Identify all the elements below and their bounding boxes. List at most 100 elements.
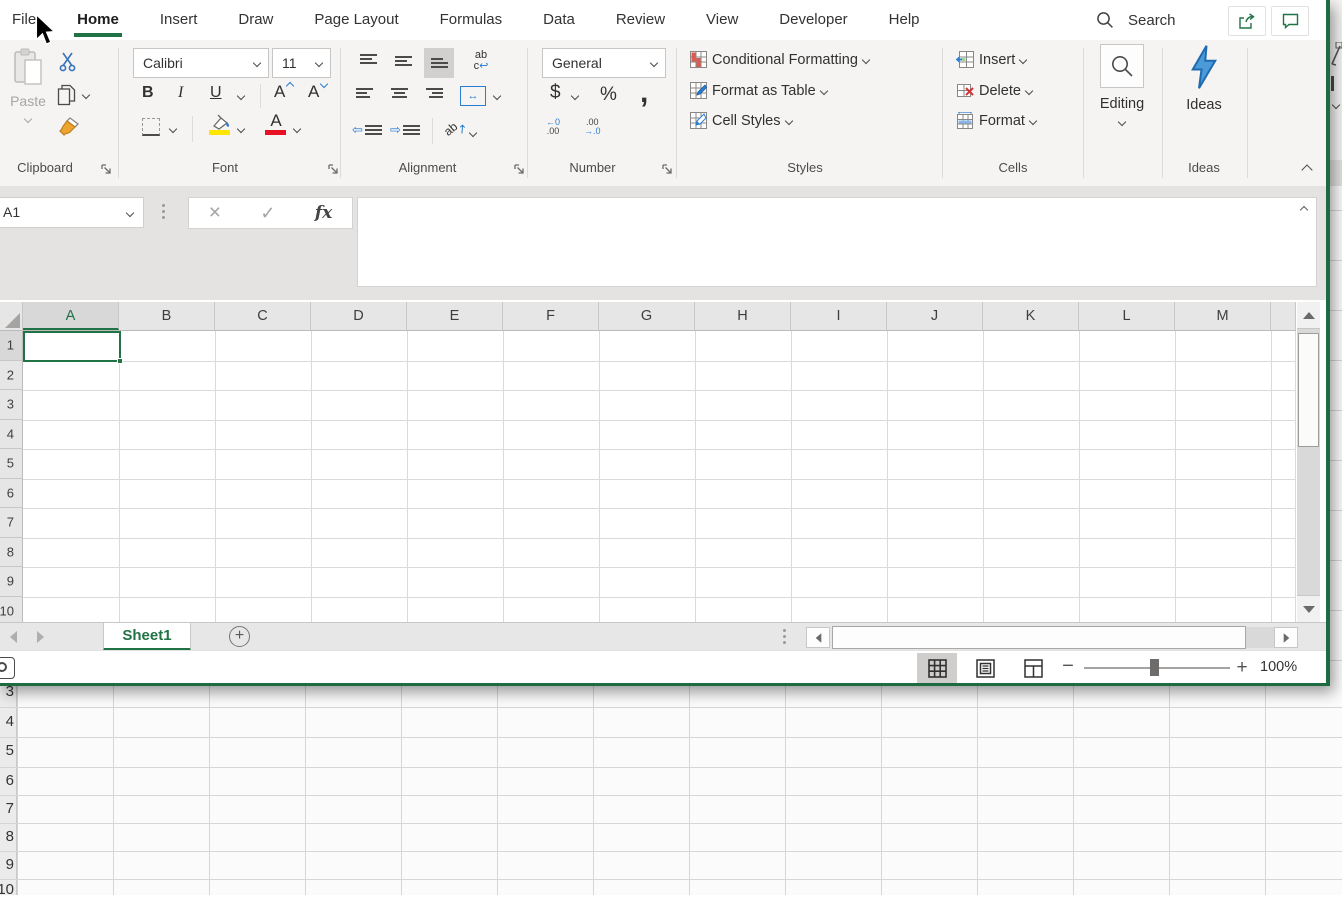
scroll-left-button[interactable]: [806, 627, 830, 648]
macro-record-icon[interactable]: [0, 657, 15, 679]
tab-insert[interactable]: Insert: [160, 0, 198, 40]
selected-cell-a1[interactable]: [23, 331, 121, 362]
new-sheet-button[interactable]: +: [229, 626, 250, 647]
column-header-m[interactable]: M: [1175, 302, 1271, 330]
tab-help[interactable]: Help: [889, 0, 920, 40]
conditional-formatting-button[interactable]: Conditional Formatting: [690, 51, 869, 68]
insert-cells-button[interactable]: Insert: [956, 51, 1026, 68]
name-box[interactable]: A1: [0, 197, 144, 228]
underline-menu-chevron[interactable]: [237, 92, 245, 100]
tab-file[interactable]: File: [12, 0, 36, 40]
vertical-scroll-thumb[interactable]: [1298, 333, 1319, 447]
formula-input[interactable]: [357, 197, 1317, 287]
tab-draw[interactable]: Draw: [238, 0, 273, 40]
format-painter-button[interactable]: [56, 116, 80, 145]
select-all-corner[interactable]: [0, 302, 23, 330]
delete-cells-button[interactable]: Delete: [956, 82, 1032, 99]
normal-view-button[interactable]: [917, 653, 957, 683]
cut-button[interactable]: [58, 52, 78, 77]
currency-chevron[interactable]: [571, 92, 579, 100]
italic-button[interactable]: I: [178, 84, 183, 102]
number-format-combo[interactable]: General: [542, 48, 666, 78]
underline-button[interactable]: U: [210, 84, 222, 102]
scroll-down-button[interactable]: [1297, 595, 1320, 622]
tab-review[interactable]: Review: [616, 0, 665, 40]
zoom-level[interactable]: 100%: [1260, 659, 1297, 675]
column-header-c[interactable]: C: [215, 302, 311, 330]
horizontal-scrollbar[interactable]: [806, 626, 1300, 649]
name-box-chevron[interactable]: [126, 209, 134, 217]
increase-indent-button[interactable]: ⇨: [390, 122, 420, 138]
page-break-preview-button[interactable]: [1013, 653, 1053, 683]
tab-home[interactable]: Home: [77, 0, 119, 40]
font-color-button[interactable]: A: [264, 112, 288, 140]
font-color-menu-chevron[interactable]: [293, 125, 301, 133]
bold-button[interactable]: B: [142, 84, 154, 102]
zoom-slider-thumb[interactable]: [1150, 659, 1159, 676]
decrease-indent-button[interactable]: ⇦: [352, 122, 382, 138]
next-sheet-button[interactable]: [37, 631, 44, 643]
horizontal-scroll-track[interactable]: [1246, 627, 1274, 648]
worksheet-grid[interactable]: ABCDEFGHIJKLM 12345678910: [0, 300, 1330, 622]
format-as-table-button[interactable]: Format as Table: [690, 82, 827, 99]
horizontal-scroll-thumb[interactable]: [832, 626, 1246, 649]
row-header-2[interactable]: 2: [0, 361, 23, 391]
align-right-button[interactable]: [426, 88, 443, 98]
column-header-d[interactable]: D: [311, 302, 407, 330]
enter-button[interactable]: ✓: [260, 203, 275, 224]
prev-sheet-button[interactable]: [10, 631, 17, 643]
font-dialog-launcher[interactable]: [327, 163, 339, 175]
fill-color-button[interactable]: [208, 114, 232, 140]
row-header-7[interactable]: 7: [0, 508, 23, 538]
format-cells-button[interactable]: Format: [956, 112, 1036, 129]
row-header-8[interactable]: 8: [0, 538, 23, 568]
tab-view[interactable]: View: [706, 0, 738, 40]
scroll-up-button[interactable]: [1297, 302, 1320, 329]
tab-data[interactable]: Data: [543, 0, 575, 40]
align-left-button[interactable]: [356, 88, 373, 98]
increase-decimal-button[interactable]: ←0.00: [546, 118, 560, 136]
tab-formulas[interactable]: Formulas: [440, 0, 503, 40]
number-dialog-launcher[interactable]: [661, 163, 673, 175]
row-header-6[interactable]: 6: [0, 479, 23, 509]
column-header-i[interactable]: I: [791, 302, 887, 330]
sheet-tab-sheet1[interactable]: Sheet1: [103, 623, 191, 651]
font-name-combo[interactable]: Calibri: [133, 48, 269, 78]
vertical-scrollbar[interactable]: [1297, 302, 1320, 622]
column-header-k[interactable]: K: [983, 302, 1079, 330]
column-header-f[interactable]: F: [503, 302, 599, 330]
fill-handle[interactable]: [117, 358, 123, 364]
column-header-j[interactable]: J: [887, 302, 983, 330]
decrease-decimal-button[interactable]: .00→.0: [584, 118, 601, 136]
center-button[interactable]: [391, 88, 408, 98]
row-header-3[interactable]: 3: [0, 390, 23, 420]
wrap-text-button[interactable]: abc↩: [468, 50, 494, 76]
row-header-4[interactable]: 4: [0, 420, 23, 450]
column-header-g[interactable]: G: [599, 302, 695, 330]
scroll-right-button[interactable]: [1274, 627, 1298, 648]
formula-bar-resizer[interactable]: [162, 204, 166, 219]
orientation-chevron[interactable]: [469, 129, 477, 137]
tab-page-layout[interactable]: Page Layout: [314, 0, 398, 40]
middle-align-button[interactable]: [395, 56, 412, 66]
zoom-in-button[interactable]: +: [1234, 657, 1250, 675]
borders-button[interactable]: [142, 118, 160, 136]
zoom-out-button[interactable]: −: [1060, 659, 1076, 675]
collapse-ribbon-chevron[interactable]: [1301, 164, 1312, 175]
row-header-9[interactable]: 9: [0, 567, 23, 597]
comments-button[interactable]: [1271, 6, 1309, 36]
copy-button[interactable]: [57, 84, 89, 106]
fill-color-menu-chevron[interactable]: [237, 125, 245, 133]
cell-styles-button[interactable]: Cell Styles: [690, 112, 792, 129]
paste-menu-chevron[interactable]: [24, 115, 32, 123]
copy-menu-chevron[interactable]: [82, 91, 90, 99]
column-header-h[interactable]: H: [695, 302, 791, 330]
font-size-combo[interactable]: 11: [272, 48, 331, 78]
shrink-font-button[interactable]: A: [308, 82, 325, 102]
merge-center-chevron[interactable]: [493, 92, 501, 100]
tab-developer[interactable]: Developer: [779, 0, 847, 40]
paste-button[interactable]: Paste: [6, 48, 50, 144]
row-header-1[interactable]: 1: [0, 331, 23, 361]
top-align-button[interactable]: [360, 54, 377, 64]
share-button[interactable]: [1228, 6, 1266, 36]
